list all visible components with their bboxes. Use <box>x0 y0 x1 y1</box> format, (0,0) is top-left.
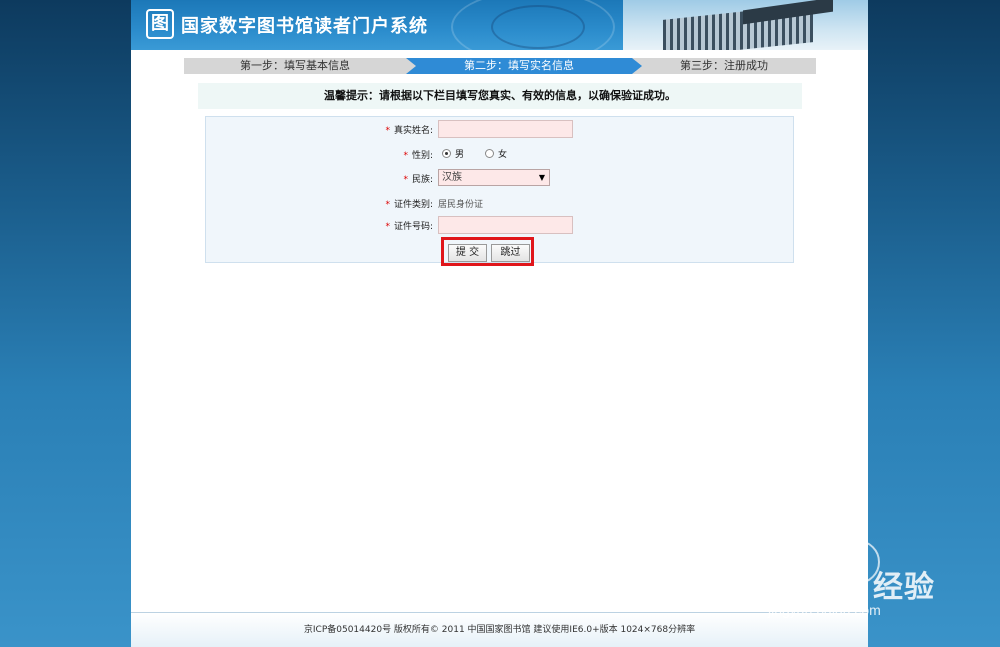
required-mark: * <box>403 151 408 161</box>
id-type-label: * 证件类别: <box>385 197 433 210</box>
id-number-label: * 证件号码: <box>385 219 433 232</box>
id-type-value: 居民身份证 <box>438 200 484 210</box>
ethnicity-selected-value: 汉族 <box>442 172 462 183</box>
skip-button[interactable]: 跳过 <box>491 244 530 262</box>
gender-label-text: 性别: <box>411 151 433 161</box>
required-mark: * <box>385 222 390 232</box>
real-name-label: * 真实姓名: <box>385 123 433 136</box>
step-2-active: 第二步：填写实名信息 <box>406 58 632 74</box>
id-number-input[interactable] <box>438 216 573 234</box>
real-name-row: * 真实姓名: <box>206 120 795 140</box>
highlight-box: 提 交 跳过 <box>441 237 534 266</box>
real-name-label-text: 真实姓名: <box>393 126 433 136</box>
tip-banner: 温馨提示：请根据以下栏目填写您真实、有效的信息，以确保验证成功。 <box>198 83 802 109</box>
gender-male-radio[interactable] <box>442 149 451 158</box>
ethnicity-label-text: 民族: <box>411 175 433 185</box>
step-1: 第一步：填写基本信息 <box>184 58 406 74</box>
registration-steps: 第一步：填写基本信息 第二步：填写实名信息 第三步：注册成功 <box>184 58 816 74</box>
submit-button[interactable]: 提 交 <box>448 244 487 262</box>
gender-female-label: 女 <box>498 150 508 160</box>
ethnicity-row: * 民族: 汉族 ▼ <box>206 169 795 189</box>
id-number-label-text: 证件号码: <box>393 222 433 232</box>
required-mark: * <box>385 200 390 210</box>
library-building-image <box>623 0 868 50</box>
footer-copyright: 京ICP备05014420号 版权所有© 2011 中国国家图书馆 建议使用IE… <box>131 613 868 647</box>
site-header: 图 国家数字图书馆读者门户系统 <box>131 0 868 50</box>
id-type-label-text: 证件类别: <box>393 200 433 210</box>
required-mark: * <box>403 175 408 185</box>
gender-label: * 性别: <box>403 148 433 161</box>
decorative-swirl-inner <box>491 5 585 49</box>
step-arrow-icon <box>406 58 416 74</box>
real-name-input[interactable] <box>438 120 573 138</box>
ethnicity-label: * 民族: <box>403 172 433 185</box>
step-arrow-icon <box>632 58 642 74</box>
baidu-watermark: Bai du 经验 jingyan.baidu.com <box>766 540 966 630</box>
watermark-brand: Bai du 经验 <box>766 571 936 604</box>
dropdown-arrow-icon: ▼ <box>538 173 545 182</box>
id-type-row: * 证件类别: 居民身份证 <box>206 194 795 214</box>
site-title: 国家数字图书馆读者门户系统 <box>181 16 428 37</box>
gender-row: * 性别: 男 女 <box>206 145 795 165</box>
gender-female-radio[interactable] <box>485 149 494 158</box>
page-container: 图 国家数字图书馆读者门户系统 第一步：填写基本信息 第二步：填写实名信息 第三… <box>131 0 868 647</box>
id-number-row: * 证件号码: <box>206 216 795 236</box>
ethnicity-select[interactable]: 汉族 ▼ <box>438 169 550 186</box>
gender-male-label: 男 <box>455 150 465 160</box>
library-logo-icon[interactable]: 图 <box>146 9 174 39</box>
step-3: 第三步：注册成功 <box>632 58 816 74</box>
required-mark: * <box>385 126 390 136</box>
watermark-url: jingyan.baidu.com <box>768 602 881 618</box>
